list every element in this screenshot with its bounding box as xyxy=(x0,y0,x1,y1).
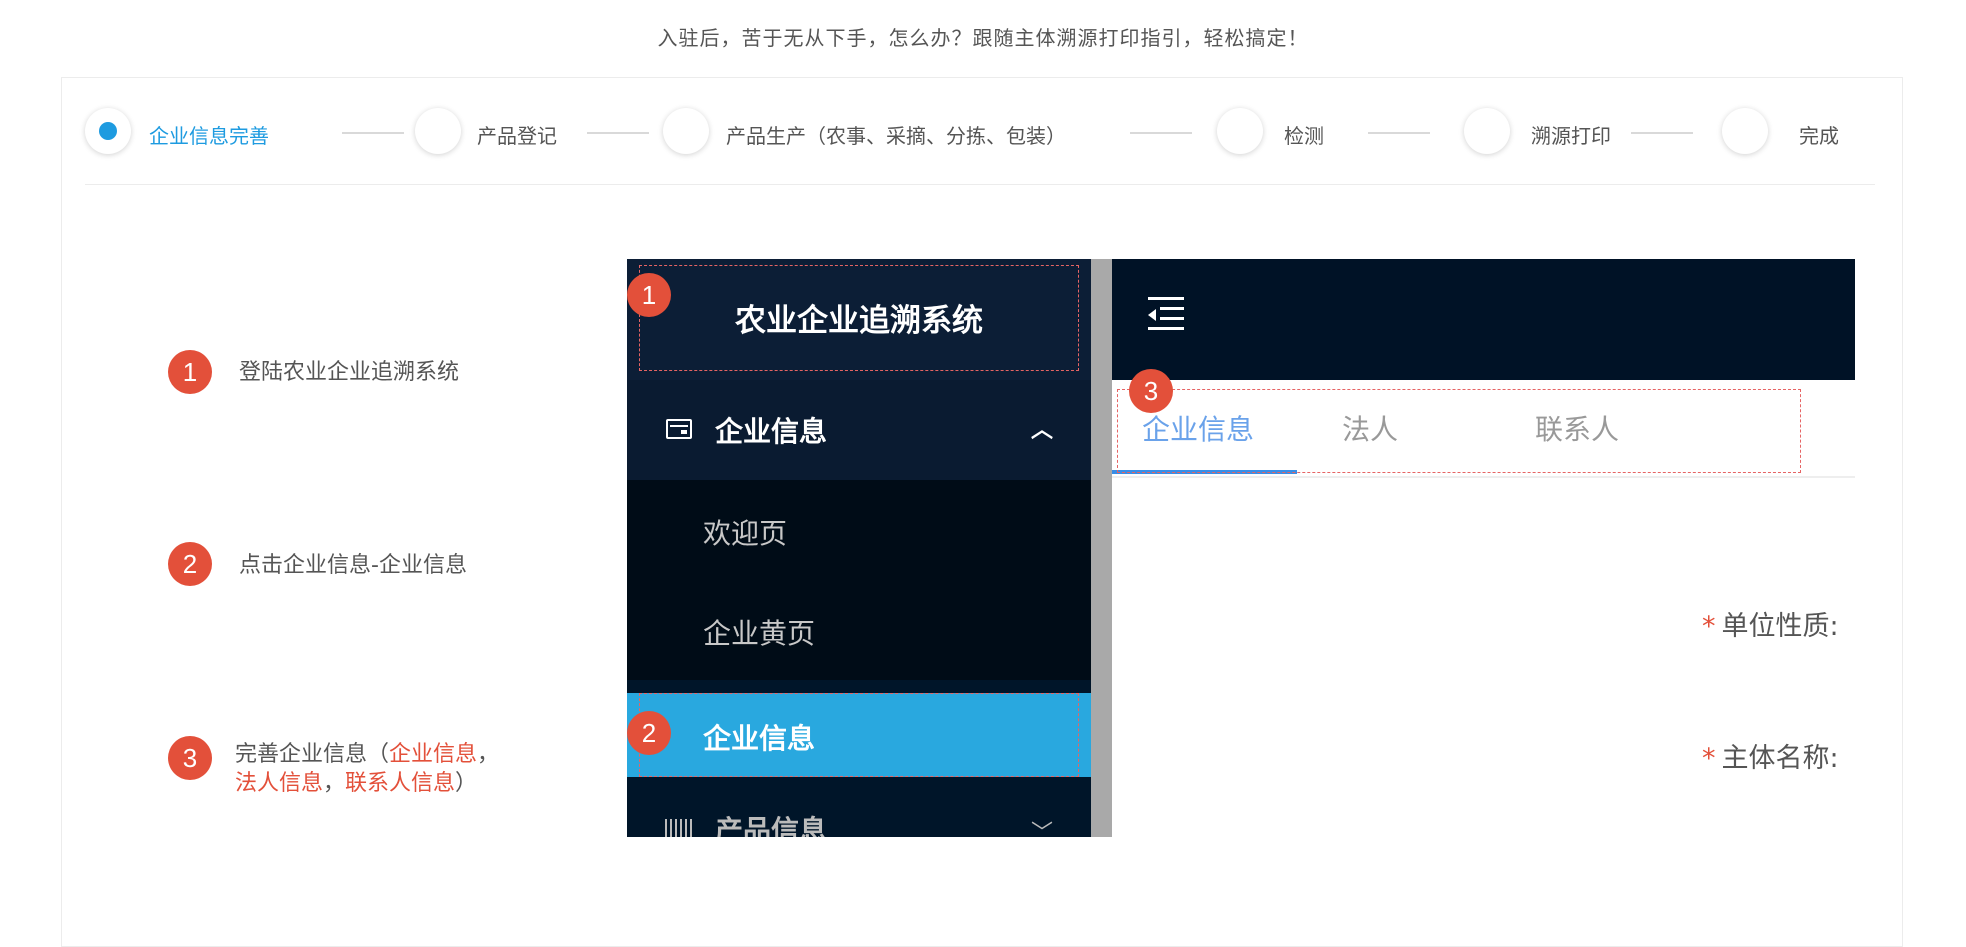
submenu-item-yellow-pages[interactable]: 企业黄页 xyxy=(627,580,1091,680)
instruction-3-suffix: ） xyxy=(455,771,478,796)
marker-3: 3 xyxy=(1129,369,1173,413)
barcode-icon xyxy=(665,819,693,837)
step-1-label[interactable]: 企业信息完善 xyxy=(149,120,269,149)
field-entity-name-label: * 主体名称: xyxy=(1702,736,1839,775)
step-connector xyxy=(587,132,649,134)
stepper: 企业信息完善 产品登记 产品生产（农事、采摘、分拣、包装） 检测 溯源打印 完成 xyxy=(85,98,1875,168)
field-label-text: 主体名称: xyxy=(1721,743,1839,774)
submenu-label: 企业黄页 xyxy=(703,617,816,650)
step-number-badge: 3 xyxy=(168,736,212,780)
step-2-dot-icon[interactable] xyxy=(415,108,461,154)
highlight-company-info: 企业信息 xyxy=(389,742,478,767)
step-6-dot-icon[interactable] xyxy=(1722,108,1768,154)
highlight-box-brand xyxy=(639,265,1079,371)
field-label-text: 单位性质: xyxy=(1721,611,1839,642)
submenu-label: 欢迎页 xyxy=(703,517,788,550)
instruction-3-text: 完善企业信息（企业信息， 法人信息，联系人信息） xyxy=(235,740,499,798)
highlight-box-menu xyxy=(639,693,1079,777)
menu-group-label: 企业信息 xyxy=(715,415,828,448)
required-marker: * xyxy=(1702,611,1716,642)
step-5-dot-icon[interactable] xyxy=(1464,108,1510,154)
menu-fold-icon[interactable] xyxy=(1148,297,1184,331)
instruction-2-text: 点击企业信息-企业信息 xyxy=(239,553,467,578)
stepper-divider xyxy=(85,184,1875,185)
highlight-contact-info: 联系人信息 xyxy=(345,771,456,796)
step-1-dot-icon[interactable] xyxy=(85,108,131,154)
menu-group-company-info[interactable]: 企业信息 ︿ xyxy=(627,380,1091,480)
marker-2: 2 xyxy=(627,711,671,755)
step-2-label[interactable]: 产品登记 xyxy=(477,120,557,149)
chevron-down-icon: ﹀ xyxy=(1030,821,1053,837)
intro-text: 入驻后，苦于无从下手，怎么办？跟随主体溯源打印指引，轻松搞定！ xyxy=(657,26,1309,50)
scrollbar[interactable] xyxy=(1091,259,1112,837)
step-3-label[interactable]: 产品生产（农事、采摘、分拣、包装） xyxy=(726,120,1066,149)
step-4-label[interactable]: 检测 xyxy=(1284,120,1324,149)
step-connector xyxy=(342,132,404,134)
marker-1: 1 xyxy=(627,273,671,317)
instruction-1-text: 登陆农业企业追溯系统 xyxy=(239,360,460,385)
step-connector xyxy=(1368,132,1430,134)
top-bar xyxy=(1112,259,1855,380)
submenu-item-welcome[interactable]: 欢迎页 xyxy=(627,480,1091,580)
step-4-dot-icon[interactable] xyxy=(1217,108,1263,154)
app-screenshot: 农业企业追溯系统 企业信息 ︿ 欢迎页 企业黄页 企业信息 产品信息 ﹀ 企业信… xyxy=(627,259,1855,837)
card-icon xyxy=(666,419,692,439)
step-number-badge: 2 xyxy=(168,542,212,586)
separator: ， xyxy=(323,771,346,796)
step-6-label[interactable]: 完成 xyxy=(1799,120,1839,149)
chevron-up-icon: ︿ xyxy=(1030,418,1053,443)
step-number-badge: 1 xyxy=(168,350,212,394)
menu-group-product-info[interactable]: 产品信息 ﹀ xyxy=(627,809,1091,837)
step-connector xyxy=(1631,132,1693,134)
step-5-label[interactable]: 溯源打印 xyxy=(1531,120,1611,149)
instruction-3-prefix: 完善企业信息（ xyxy=(235,742,390,767)
highlight-legal-info: 法人信息 xyxy=(235,771,324,796)
field-unit-nature-label: * 单位性质: xyxy=(1702,604,1839,643)
step-3-dot-icon[interactable] xyxy=(663,108,709,154)
highlight-box-tabs xyxy=(1117,389,1801,473)
required-marker: * xyxy=(1702,743,1716,774)
separator: ， xyxy=(477,742,500,767)
step-connector xyxy=(1130,132,1192,134)
menu-group-label: 产品信息 xyxy=(715,814,828,837)
